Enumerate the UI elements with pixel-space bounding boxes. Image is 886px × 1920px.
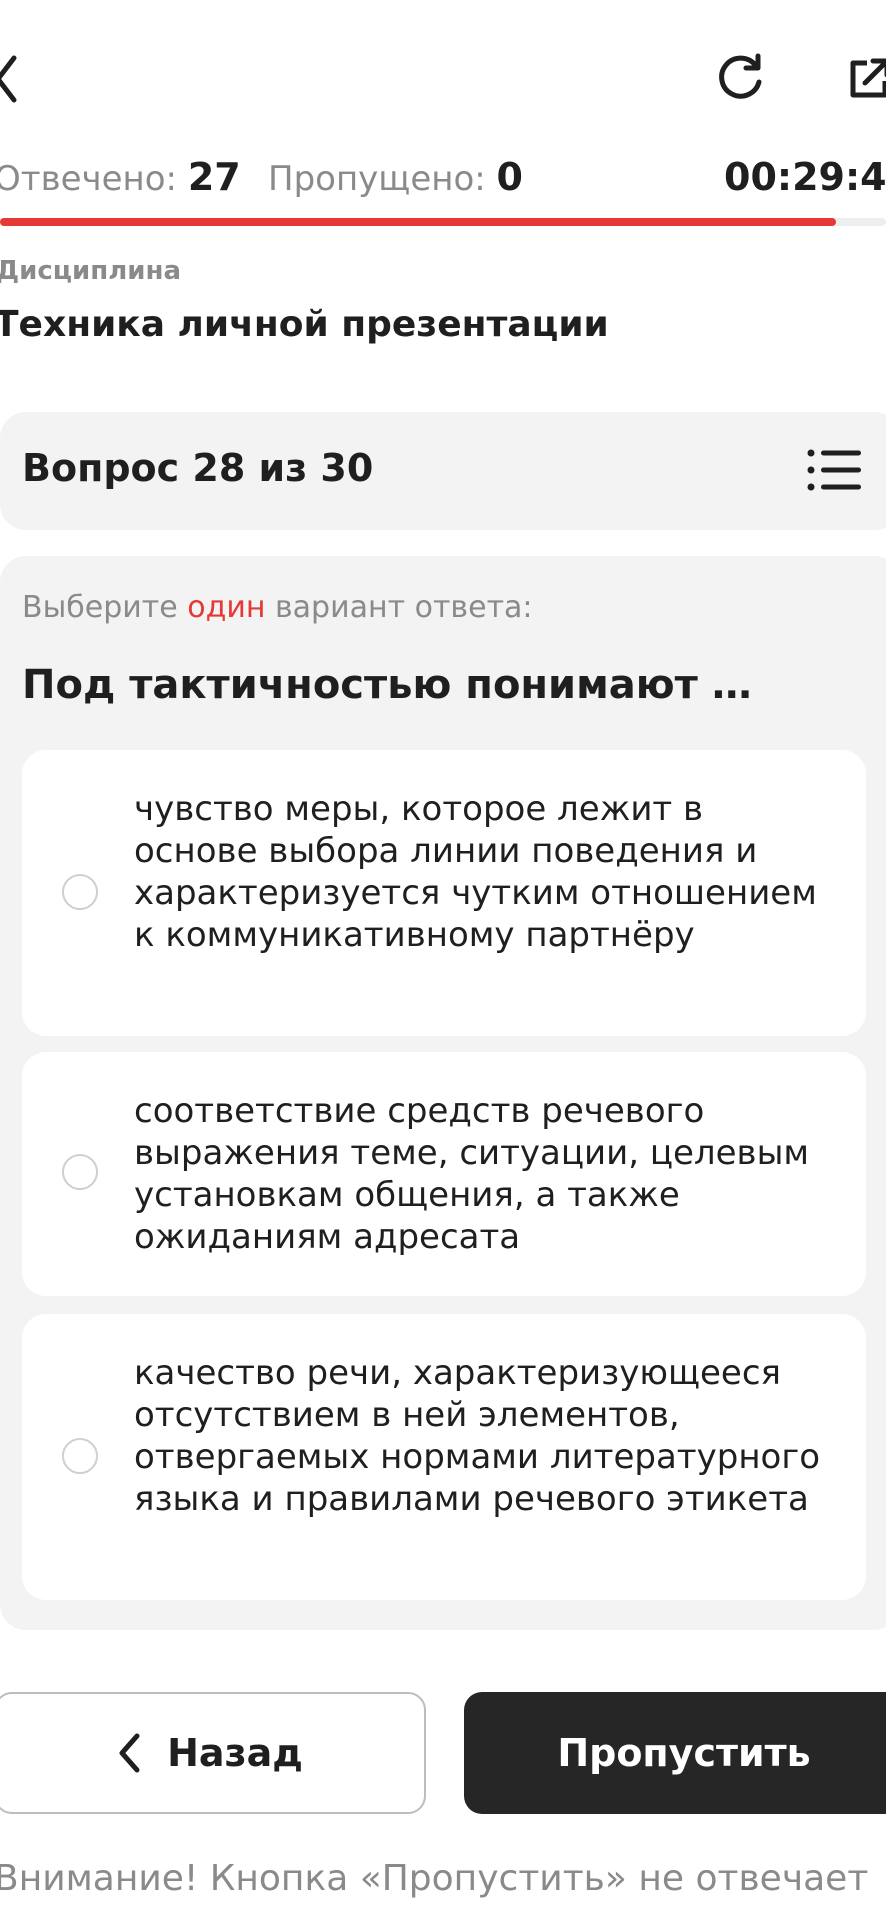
external-link-icon	[847, 57, 886, 105]
question-counter: Вопрос 28 из 30	[22, 446, 374, 490]
instruction-accent: один	[187, 590, 266, 625]
instruction-prefix: Выберите	[22, 590, 188, 625]
reload-icon	[714, 52, 766, 108]
list-icon	[807, 448, 861, 496]
back-button-label: Назад	[167, 1731, 303, 1775]
answer-option[interactable]: качество речи, характеризующееся отсутст…	[22, 1314, 866, 1600]
reload-button[interactable]	[710, 50, 770, 110]
skipped-stat: Пропущено: 0	[268, 152, 523, 204]
radio-button[interactable]	[62, 1154, 98, 1190]
back-nav-button[interactable]	[0, 46, 20, 116]
question-list-button[interactable]	[806, 444, 862, 500]
question-card: Выберите один вариант ответа: Под тактич…	[0, 556, 886, 1630]
skipped-value: 0	[496, 155, 523, 199]
answer-option[interactable]: чувство меры, которое лежит в основе выб…	[22, 750, 866, 1036]
answered-label: Отвечено:	[0, 159, 178, 199]
answered-stat: Отвечено: 27	[0, 152, 241, 204]
answer-option[interactable]: соответствие средств речевого выражения …	[22, 1052, 866, 1296]
skip-button-label: Пропустить	[557, 1731, 811, 1775]
answer-option-text: соответствие средств речевого выражения …	[134, 1091, 810, 1257]
skipped-label: Пропущено:	[268, 159, 486, 199]
top-bar	[0, 0, 886, 160]
progress-fill	[0, 218, 837, 226]
chevron-left-icon	[0, 54, 18, 108]
timer: 00:29:46	[724, 155, 886, 199]
skip-button[interactable]: Пропустить	[464, 1692, 886, 1814]
answer-option-text: чувство меры, которое лежит в основе выб…	[134, 789, 817, 955]
question-text: Под тактичностью понимают …	[22, 662, 752, 708]
discipline-label: Дисциплина	[0, 256, 182, 286]
progress-bar	[0, 218, 886, 226]
instruction-suffix: вариант ответа:	[265, 590, 533, 625]
answer-instruction: Выберите один вариант ответа:	[22, 590, 533, 625]
question-header: Вопрос 28 из 30	[0, 412, 886, 530]
back-button[interactable]: Назад	[0, 1692, 426, 1814]
answer-option-text: качество речи, характеризующееся отсутст…	[134, 1353, 821, 1519]
skip-notice: Внимание! Кнопка «Пропустить» не отвечае…	[0, 1858, 869, 1899]
test-stats: Отвечено: 27 Пропущено: 0 00:29:46	[0, 152, 886, 212]
open-external-button[interactable]	[844, 56, 886, 106]
chevron-left-icon	[117, 1732, 141, 1774]
radio-button[interactable]	[62, 1438, 98, 1474]
radio-button[interactable]	[62, 874, 98, 910]
discipline-title: Техника личной презентации	[0, 304, 609, 345]
answered-value: 27	[187, 155, 241, 199]
